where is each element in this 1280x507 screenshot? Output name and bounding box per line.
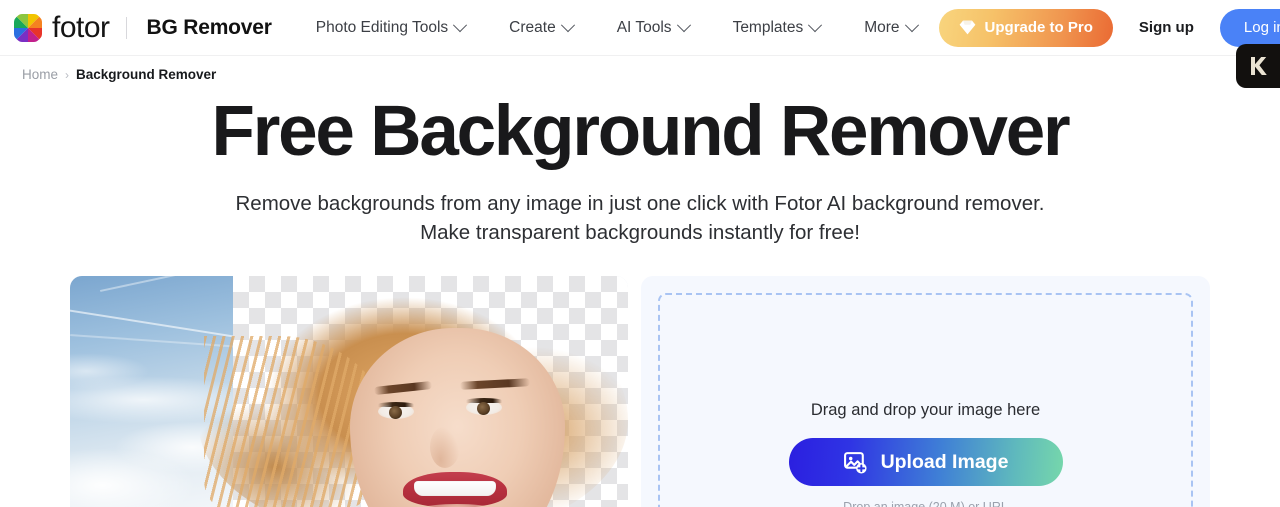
chevron-down-icon [453, 17, 468, 32]
nav-label: More [864, 18, 900, 36]
nav-label: Templates [732, 18, 804, 36]
sign-up-button[interactable]: Sign up [1113, 19, 1220, 36]
nav-item-templates[interactable]: Templates [711, 11, 843, 45]
nav-label: Create [509, 18, 556, 36]
breadcrumb-home[interactable]: Home [22, 67, 58, 82]
nav-item-create[interactable]: Create [487, 11, 595, 45]
upload-panel[interactable]: Drag and drop your image here Upload Ima… [641, 276, 1210, 507]
upload-hint: Drop an image (20 M) or URL [843, 500, 1008, 507]
diamond-gem-icon [959, 20, 976, 35]
brand-divider [125, 16, 127, 39]
page-title: Free Background Remover [211, 92, 1071, 171]
log-in-button[interactable]: Log in [1219, 8, 1280, 47]
chevron-down-icon [560, 17, 575, 32]
eye-right [466, 398, 502, 415]
chevron-down-icon [904, 17, 919, 32]
image-add-icon [843, 450, 868, 475]
nav-item-more[interactable]: More [842, 11, 938, 45]
chevron-down-icon [676, 17, 691, 32]
upload-button-label: Upload Image [880, 450, 1009, 473]
teeth [414, 481, 496, 496]
dropzone-label: Drag and drop your image here [810, 401, 1041, 419]
header-actions: Upgrade to Pro Sign up Log in [938, 8, 1280, 47]
brand-wordmark: fotor [52, 10, 110, 44]
hero-section: Free Background Remover Remove backgroun… [0, 82, 1280, 247]
nav-item-ai-tools[interactable]: AI Tools [595, 11, 711, 45]
nav-item-photo-editing-tools[interactable]: Photo Editing Tools [294, 11, 487, 45]
upgrade-to-pro-button[interactable]: Upgrade to Pro [938, 8, 1113, 47]
breadcrumb: Home › Background Remover [0, 56, 1280, 82]
before-after-preview [70, 276, 628, 507]
portrait-photo [198, 276, 628, 507]
nav-label: Photo Editing Tools [315, 18, 449, 36]
chevron-down-icon [808, 17, 823, 32]
upload-image-button[interactable]: Upload Image [788, 438, 1063, 486]
page-subtitle: Remove backgrounds from any image in jus… [235, 192, 1045, 244]
main-nav: Photo Editing Tools Create AI Tools Temp… [294, 11, 939, 45]
breadcrumb-current: Background Remover [76, 67, 217, 82]
k-logo-badge-icon[interactable] [1236, 44, 1280, 88]
nav-label: AI Tools [616, 18, 672, 36]
nose [430, 426, 460, 468]
breadcrumb-separator: › [65, 67, 70, 82]
product-name: BG Remover [146, 15, 272, 39]
site-header: fotor BG Remover Photo Editing Tools Cre… [0, 0, 1280, 56]
upgrade-label: Upgrade to Pro [984, 19, 1093, 36]
brand[interactable]: fotor BG Remover [14, 10, 272, 44]
content-panels: Drag and drop your image here Upload Ima… [0, 276, 1280, 507]
fotor-color-wheel-icon [14, 13, 42, 42]
dropzone[interactable]: Drag and drop your image here Upload Ima… [658, 293, 1193, 507]
eye-left [378, 402, 414, 419]
